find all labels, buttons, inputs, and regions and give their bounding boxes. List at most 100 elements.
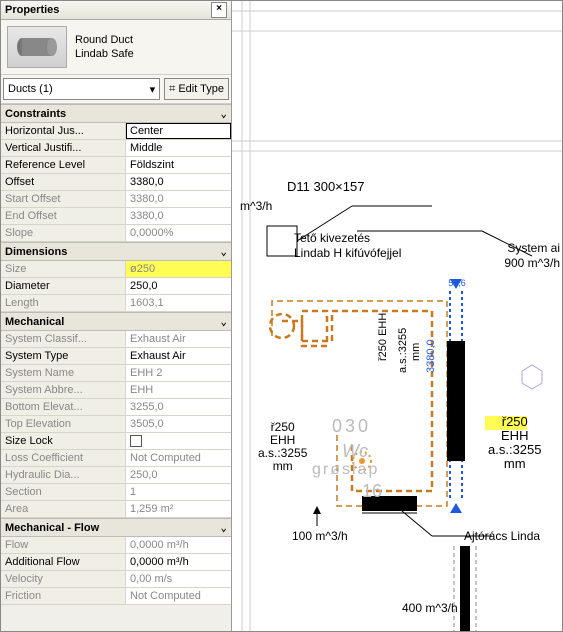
property-row[interactable]: Flow0,0000 m³/h <box>1 537 231 554</box>
property-row[interactable]: System TypeExhaust Air <box>1 348 231 365</box>
property-row[interactable]: Area1,259 m² <box>1 501 231 518</box>
property-value: EHH 2 <box>126 365 231 381</box>
property-value: 250,0 <box>126 467 231 483</box>
expand-icon: ⌄ <box>220 245 227 258</box>
property-value[interactable]: 0,0000 m³/h <box>126 554 231 570</box>
canvas-label: a.s.:3255 <box>397 328 409 373</box>
property-row[interactable]: System NameEHH 2 <box>1 365 231 382</box>
edit-type-label: Edit Type <box>178 83 224 95</box>
property-row[interactable]: FrictionNot Computed <box>1 588 231 605</box>
property-value: 0,00 m/s <box>126 571 231 587</box>
property-label: System Abbre... <box>1 382 126 398</box>
property-label: End Offset <box>1 208 126 224</box>
property-row[interactable]: Top Elevation3505,0 <box>1 416 231 433</box>
property-row[interactable]: Start Offset3380,0 <box>1 191 231 208</box>
canvas-label: Tető kivezetés <box>294 231 370 245</box>
property-row[interactable]: Reference LevelFöldszint <box>1 157 231 174</box>
canvas-label: mm <box>410 343 422 361</box>
property-group-header[interactable]: Mechanical - Flow ⌄ <box>1 518 231 537</box>
expand-icon: ⌄ <box>220 107 227 120</box>
flow-label: 100 m^3/h <box>292 529 348 543</box>
property-group-header[interactable]: Mechanical ⌄ <box>1 312 231 331</box>
group-name: Mechanical - Flow <box>5 522 99 534</box>
type-selector-card[interactable]: Round Duct Lindab Safe <box>1 20 231 75</box>
close-icon[interactable]: × <box>211 2 227 18</box>
property-value: EHH <box>126 382 231 398</box>
checkbox-icon[interactable] <box>130 435 142 447</box>
canvas-label: D11 300×157 <box>287 179 364 194</box>
property-row[interactable]: Additional Flow0,0000 m³/h <box>1 554 231 571</box>
panel-titlebar: Properties × <box>1 1 231 20</box>
property-row[interactable]: Diameter250,0 <box>1 278 231 295</box>
canvas-label: m^3/h <box>240 199 272 213</box>
property-row[interactable]: Size Lock <box>1 433 231 450</box>
property-row[interactable]: Velocity0,00 m/s <box>1 571 231 588</box>
property-value[interactable]: 3380,0 <box>126 174 231 190</box>
property-row[interactable]: Section1 <box>1 484 231 501</box>
room-name-label: Wc <box>342 441 368 462</box>
property-label: Velocity <box>1 571 126 587</box>
property-label: Top Elevation <box>1 416 126 432</box>
group-name: Dimensions <box>5 246 67 258</box>
property-label: Slope <box>1 225 126 241</box>
duct-tag-mid: ř250 EHH <box>377 313 389 361</box>
property-label: Size <box>1 261 126 277</box>
type-name-label: Lindab Safe <box>75 47 134 61</box>
property-value: Not Computed <box>126 588 231 604</box>
property-row[interactable]: Bottom Elevat...3255,0 <box>1 399 231 416</box>
property-value: Not Computed <box>126 450 231 466</box>
property-row[interactable]: Vertical Justifi...Middle <box>1 140 231 157</box>
element-filter-label: Ducts (1) <box>8 83 53 95</box>
property-row[interactable]: Offset3380,0 <box>1 174 231 191</box>
property-row[interactable]: Sizeø250 <box>1 261 231 278</box>
chevron-down-icon: ▾ <box>150 83 156 96</box>
room-dim-label: 030 <box>332 416 371 437</box>
property-label: Friction <box>1 588 126 604</box>
group-name: Mechanical <box>5 316 64 328</box>
property-label: Flow <box>1 537 126 553</box>
property-value[interactable]: Exhaust Air <box>126 348 231 364</box>
property-row[interactable]: System Abbre...EHH <box>1 382 231 399</box>
property-row[interactable]: Hydraulic Dia...250,0 <box>1 467 231 484</box>
property-row[interactable]: Loss CoefficientNot Computed <box>1 450 231 467</box>
property-row[interactable]: System Classif...Exhaust Air <box>1 331 231 348</box>
property-value[interactable]: Földszint <box>126 157 231 173</box>
property-group-header[interactable]: Constraints⌄ <box>1 104 231 123</box>
property-label: Size Lock <box>1 433 126 449</box>
property-label: Reference Level <box>1 157 126 173</box>
expand-icon: ⌄ <box>220 315 227 328</box>
property-row[interactable]: Horizontal Jus...Center <box>1 123 231 140</box>
canvas-label: System ai <box>507 241 560 255</box>
drawing-canvas[interactable]: 51,6 D11 300×157 m^3/h T <box>232 1 562 631</box>
properties-panel: Properties × Round Duct Lindab Safe Duct… <box>1 1 232 631</box>
property-value[interactable]: Middle <box>126 140 231 156</box>
property-label: Section <box>1 484 126 500</box>
property-value[interactable] <box>126 433 231 449</box>
element-filter-dropdown[interactable]: Ducts (1) ▾ <box>3 78 160 100</box>
type-family-label: Round Duct <box>75 33 134 47</box>
equipment-label: Ajtórács Linda <box>464 529 540 543</box>
property-value: Exhaust Air <box>126 331 231 347</box>
property-value[interactable]: 250,0 <box>126 278 231 294</box>
type-thumbnail <box>7 26 67 68</box>
property-label: System Name <box>1 365 126 381</box>
properties-list[interactable]: Constraints⌄Horizontal Jus...CenterVerti… <box>1 104 231 631</box>
canvas-label: 900 m^3/h <box>504 256 560 270</box>
expand-icon: ⌄ <box>220 521 227 534</box>
property-group-header[interactable]: Dimensions ⌄ <box>1 242 231 261</box>
property-row[interactable]: End Offset3380,0 <box>1 208 231 225</box>
edit-type-button[interactable]: ⌗ Edit Type <box>164 78 229 100</box>
property-label: Additional Flow <box>1 554 126 570</box>
property-value: 3255,0 <box>126 399 231 415</box>
property-row[interactable]: Length1603,1 <box>1 295 231 312</box>
property-label: System Classif... <box>1 331 126 347</box>
property-value: 3505,0 <box>126 416 231 432</box>
property-value: 1603,1 <box>126 295 231 311</box>
property-value: ø250 <box>126 261 231 277</box>
property-label: Hydraulic Dia... <box>1 467 126 483</box>
property-value[interactable]: Center <box>126 123 231 139</box>
property-value: 0,0000 m³/h <box>126 537 231 553</box>
property-row[interactable]: Slope0,0000% <box>1 225 231 242</box>
property-value: 3380,0 <box>126 191 231 207</box>
property-label: System Type <box>1 348 126 364</box>
